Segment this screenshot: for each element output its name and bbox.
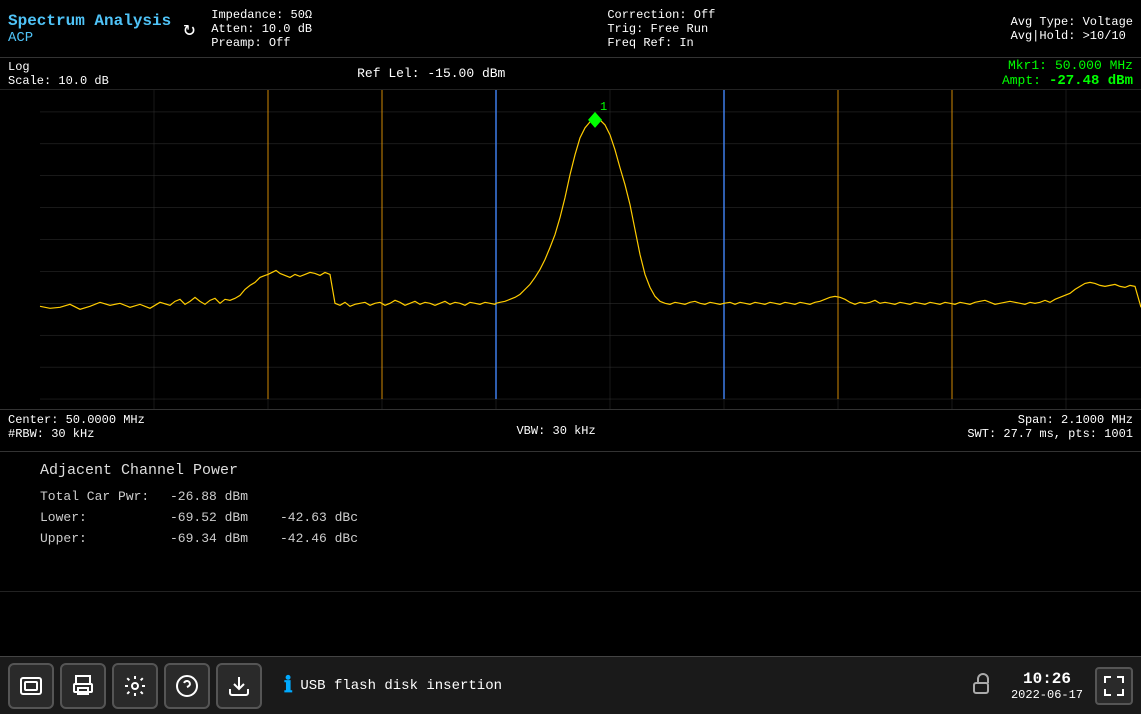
acp-title: Adjacent Channel Power — [40, 462, 1101, 479]
footer-left: Center: 50.0000 MHz #RBW: 30 kHz — [8, 413, 145, 448]
toolbar-right: 10:26 2022-06-17 — [971, 667, 1133, 705]
avg-hold-label: Avg|Hold: >10/10 — [1011, 29, 1133, 43]
total-car-val: -26.88 dBm — [170, 489, 280, 504]
rbw: #RBW: 30 kHz — [8, 427, 145, 441]
freq-ref-label: Freq Ref: In — [607, 36, 715, 50]
print-button[interactable] — [60, 663, 106, 709]
marker-block: Mkr1: 50.000 MHz Ampt: -27.48 dBm — [1002, 58, 1133, 89]
atten-label: Atten: 10.0 dB — [211, 22, 312, 36]
lower-label: Lower: — [40, 510, 170, 525]
chart-footer: Center: 50.0000 MHz #RBW: 30 kHz VBW: 30… — [0, 410, 1141, 452]
center-freq: Center: 50.0000 MHz — [8, 413, 145, 427]
svg-text:1: 1 — [600, 100, 607, 114]
upper-val2: -42.46 dBc — [280, 531, 380, 546]
chart-container: dBm -25.0 -35.0 -45.0 -55.0 -65.0 -75.0 … — [0, 90, 1141, 410]
span-value: Span: 2.1000 MHz — [1018, 413, 1133, 427]
vbw: VBW: 30 kHz — [516, 424, 595, 438]
marker1-freq: 50.000 MHz — [1055, 58, 1133, 73]
ampt-value: -27.48 dBm — [1049, 73, 1133, 89]
expand-button[interactable] — [1095, 667, 1133, 705]
correction-block: Correction: Off Trig: Free Run Freq Ref:… — [607, 8, 715, 50]
time-display: 10:26 — [1023, 670, 1071, 688]
swt-value: SWT: 27.7 ms, pts: 1001 — [967, 427, 1133, 441]
refresh-icon[interactable]: ↻ — [183, 16, 195, 42]
spectrum-chart: 1 — [0, 90, 1141, 409]
preamp-label: Preamp: Off — [211, 36, 312, 50]
upper-label: Upper: — [40, 531, 170, 546]
scale-bar: Log Scale: 10.0 dB Ref Lel: -15.00 dBm M… — [0, 58, 1141, 90]
footer-center: VBW: 30 kHz — [516, 413, 595, 448]
acp-total-row: Total Car Pwr: -26.88 dBm — [40, 489, 1101, 504]
lock-icon — [971, 672, 991, 700]
info-icon: ℹ — [284, 673, 292, 699]
acp-lower-row: Lower: -69.52 dBm -42.63 dBc — [40, 510, 1101, 525]
title-block: Spectrum Analysis ACP — [8, 12, 171, 46]
app-title: Spectrum Analysis — [8, 12, 171, 30]
mode-label: ACP — [8, 30, 171, 46]
acp-upper-row: Upper: -69.34 dBm -42.46 dBc — [40, 531, 1101, 546]
download-button[interactable] — [216, 663, 262, 709]
ref-level: Ref Lel: -15.00 dBm — [357, 66, 505, 81]
scale-left: Log Scale: 10.0 dB — [8, 60, 109, 88]
settings-button[interactable] — [112, 663, 158, 709]
usb-notification: ℹ USB flash disk insertion — [284, 673, 502, 699]
toolbar: ℹ USB flash disk insertion 10:26 2022-06… — [0, 656, 1141, 714]
scale-type: Log — [8, 60, 109, 74]
date-display: 2022-06-17 — [1011, 688, 1083, 702]
avg-type-label: Avg Type: Voltage — [1011, 15, 1133, 29]
avgtype-block: Avg Type: Voltage Avg|Hold: >10/10 — [1011, 15, 1133, 43]
help-button[interactable] — [164, 663, 210, 709]
scale-value: Scale: 10.0 dB — [8, 74, 109, 88]
time-block: 10:26 2022-06-17 — [1011, 670, 1083, 702]
screenshot-button[interactable] — [8, 663, 54, 709]
header: Spectrum Analysis ACP ↻ Impedance: 50Ω A… — [0, 0, 1141, 58]
footer-right: Span: 2.1000 MHz SWT: 27.7 ms, pts: 1001 — [967, 413, 1133, 448]
impedance-label: Impedance: 50Ω — [211, 8, 312, 22]
impedance-block: Impedance: 50Ω Atten: 10.0 dB Preamp: Of… — [211, 8, 312, 50]
ampt-label: Ampt: — [1002, 73, 1041, 89]
upper-val1: -69.34 dBm — [170, 531, 280, 546]
usb-message: USB flash disk insertion — [300, 678, 502, 694]
lower-val2: -42.63 dBc — [280, 510, 380, 525]
correction-label: Correction: Off — [607, 8, 715, 22]
acp-panel: Adjacent Channel Power Total Car Pwr: -2… — [0, 452, 1141, 592]
lower-val1: -69.52 dBm — [170, 510, 280, 525]
trig-label: Trig: Free Run — [607, 22, 715, 36]
total-car-label: Total Car Pwr: — [40, 489, 170, 504]
marker1-label: Mkr1: — [1008, 58, 1047, 73]
